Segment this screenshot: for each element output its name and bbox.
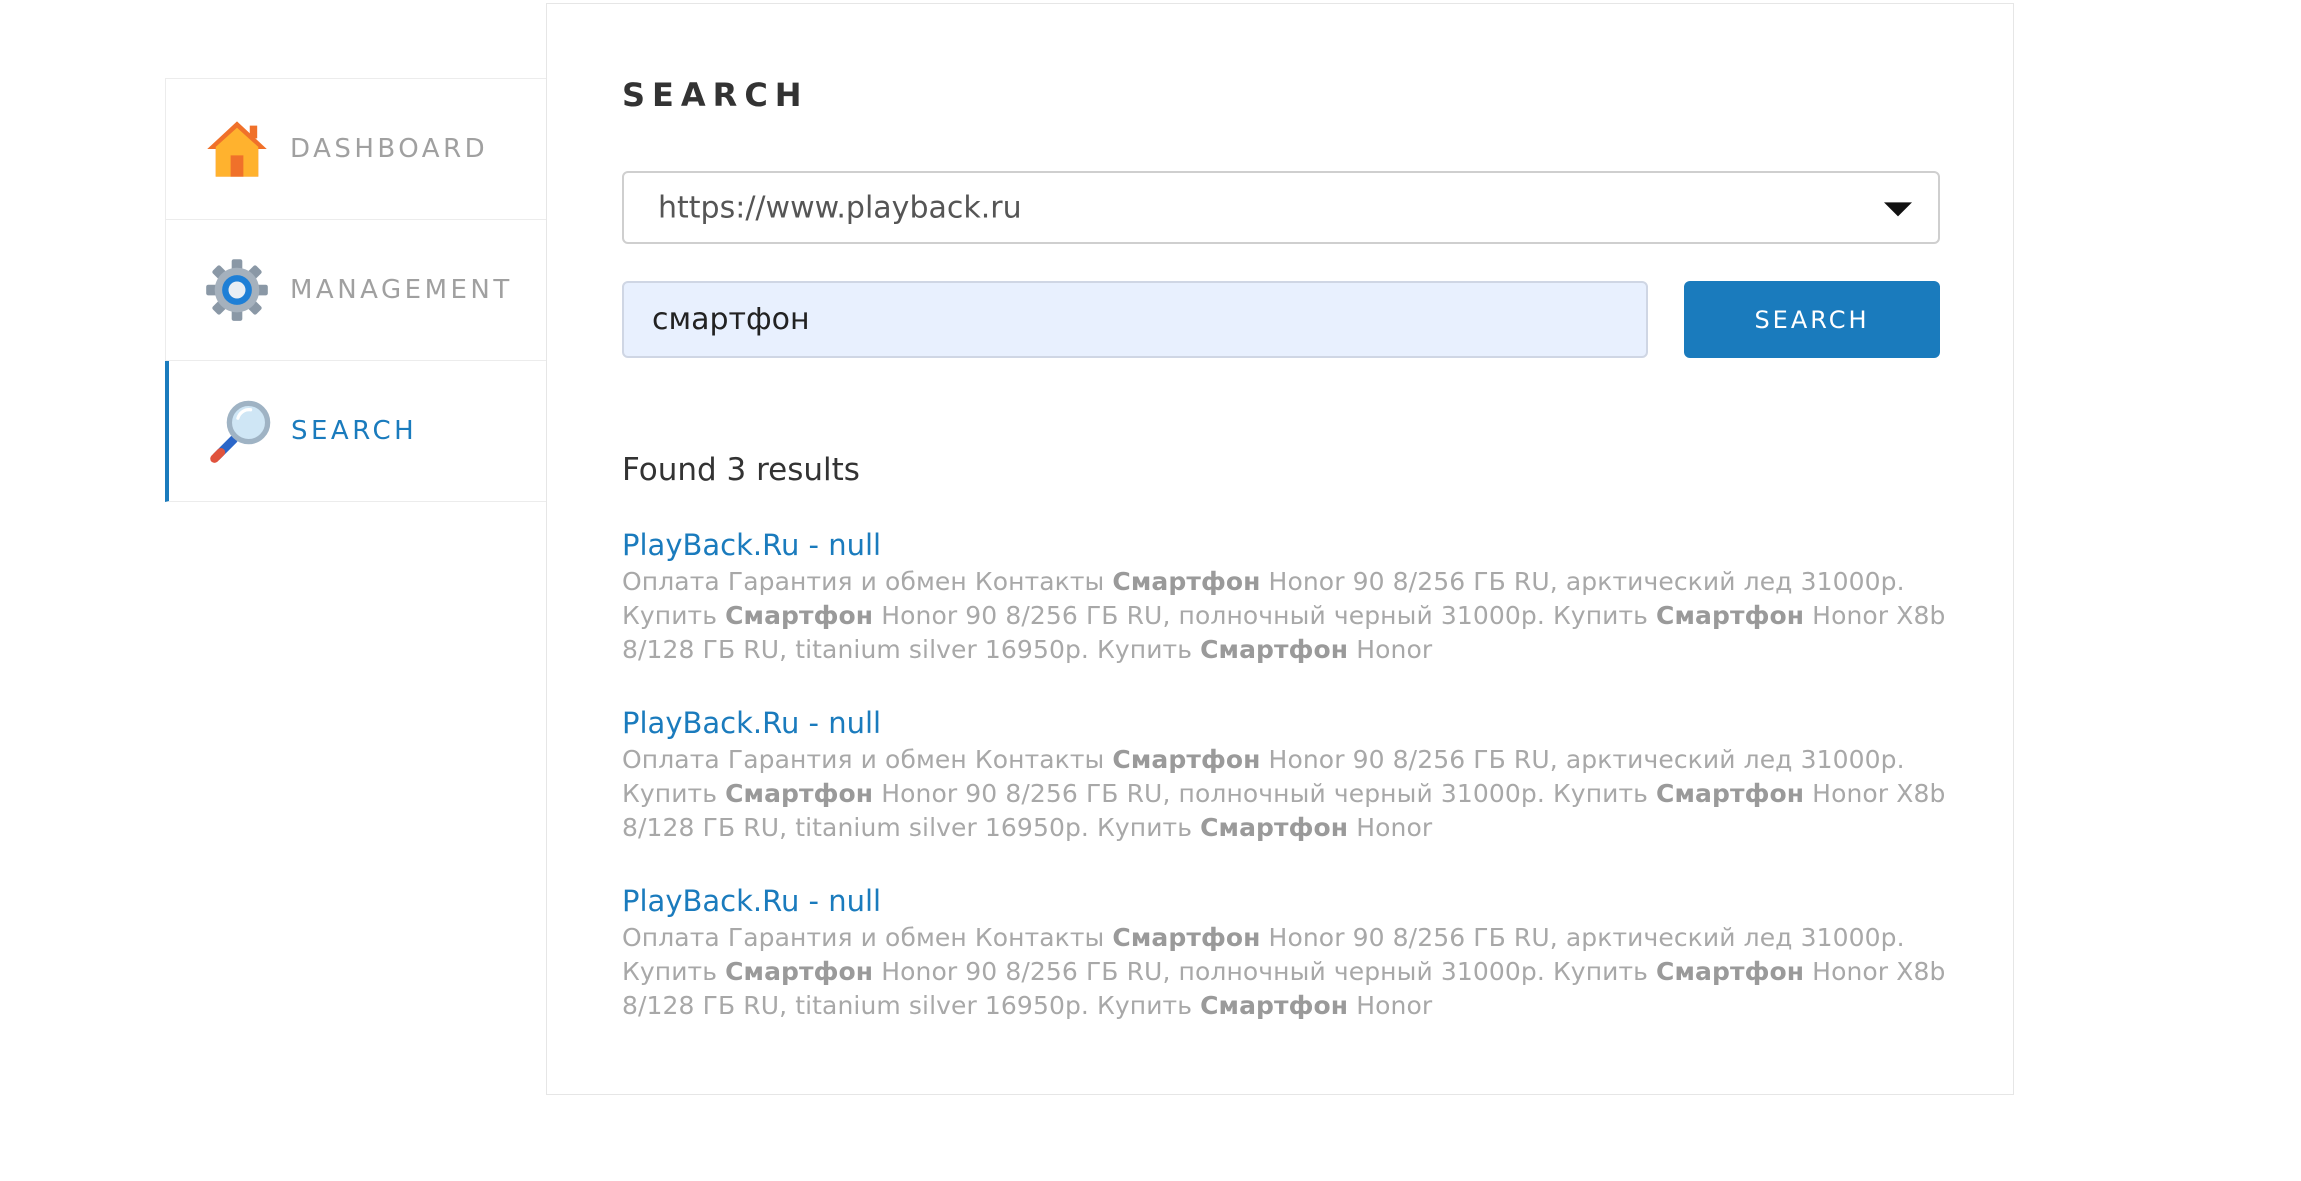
result-item: PlayBack.Ru - null Оплата Гарантия и обм… [622, 703, 1952, 881]
result-snippet: Оплата Гарантия и обмен Контакты Смартфо… [622, 565, 1952, 667]
search-panel: SEARCH https://www.playback.ru SEARCH Fo… [546, 3, 2014, 1095]
result-title-link[interactable]: PlayBack.Ru - null [622, 703, 1952, 743]
snippet-text: Honor 90 8/256 ГБ RU, полночный черный 3… [873, 601, 1657, 630]
snippet-text: Honor 90 8/256 ГБ RU, полночный черный 3… [873, 957, 1657, 986]
page-title: SEARCH [622, 76, 809, 114]
result-snippet: Оплата Гарантия и обмен Контакты Смартфо… [622, 743, 1952, 845]
sidebar-item-dashboard[interactable]: DASHBOARD [165, 79, 546, 220]
site-select[interactable]: https://www.playback.ru [622, 171, 1940, 244]
sidebar-item-management[interactable]: MANAGEMENT [165, 220, 546, 361]
results-list: PlayBack.Ru - null Оплата Гарантия и обм… [622, 525, 1952, 1059]
snippet-highlight: Смартфон [1200, 991, 1349, 1020]
result-title-link[interactable]: PlayBack.Ru - null [622, 881, 1952, 921]
snippet-highlight: Смартфон [725, 601, 874, 630]
snippet-highlight: Смартфон [1112, 745, 1261, 774]
search-button[interactable]: SEARCH [1684, 281, 1940, 358]
snippet-highlight: Смартфон [1200, 635, 1349, 664]
result-item: PlayBack.Ru - null Оплата Гарантия и обм… [622, 881, 1952, 1059]
snippet-text: Оплата Гарантия и обмен Контакты [622, 745, 1113, 774]
snippet-text: Honor [1348, 813, 1433, 842]
result-item: PlayBack.Ru - null Оплата Гарантия и обм… [622, 525, 1952, 703]
result-snippet: Оплата Гарантия и обмен Контакты Смартфо… [622, 921, 1952, 1023]
snippet-text: Оплата Гарантия и обмен Контакты [622, 567, 1113, 596]
sidebar-item-label: MANAGEMENT [290, 275, 513, 305]
sidebar-item-label: DASHBOARD [290, 134, 489, 164]
sidebar-item-search[interactable]: SEARCH [165, 361, 546, 502]
snippet-highlight: Смартфон [725, 957, 874, 986]
magnifier-icon [210, 400, 271, 463]
search-input[interactable] [622, 281, 1648, 358]
gear-icon [206, 259, 268, 321]
snippet-highlight: Смартфон [725, 779, 874, 808]
snippet-highlight: Смартфон [1656, 957, 1805, 986]
snippet-text: Honor 90 8/256 ГБ RU, полночный черный 3… [873, 779, 1657, 808]
snippet-highlight: Смартфон [1656, 601, 1805, 630]
home-icon [207, 121, 267, 177]
snippet-highlight: Смартфон [1112, 567, 1261, 596]
result-title-link[interactable]: PlayBack.Ru - null [622, 525, 1952, 565]
sidebar-nav: DASHBOARD MANAGEMENT SEARCH [165, 78, 546, 502]
snippet-text: Оплата Гарантия и обмен Контакты [622, 923, 1113, 952]
sidebar-item-label: SEARCH [291, 416, 418, 446]
snippet-highlight: Смартфон [1656, 779, 1805, 808]
snippet-text: Honor [1348, 635, 1433, 664]
results-count: Found 3 results [622, 452, 860, 488]
caret-down-icon [1884, 201, 1912, 216]
snippet-highlight: Смартфон [1200, 813, 1349, 842]
snippet-text: Honor [1348, 991, 1433, 1020]
site-select-value: https://www.playback.ru [658, 190, 1022, 225]
snippet-highlight: Смартфон [1112, 923, 1261, 952]
